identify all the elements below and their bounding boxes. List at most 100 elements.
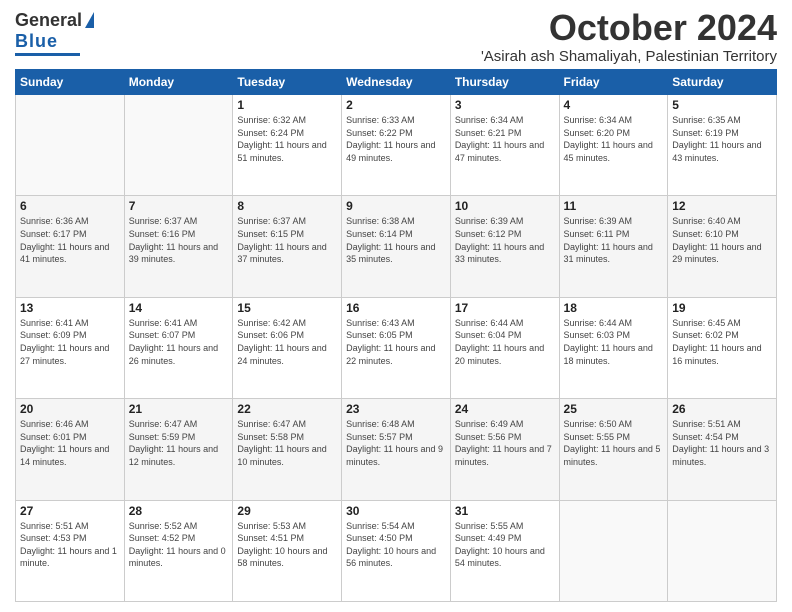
calendar-week-row: 1 Sunrise: 6:32 AMSunset: 6:24 PMDaylight… bbox=[16, 95, 777, 196]
day-detail: Sunrise: 6:43 AMSunset: 6:05 PMDaylight:… bbox=[346, 317, 446, 367]
calendar-week-row: 20Sunrise: 6:46 AMSunset: 6:01 PMDayligh… bbox=[16, 399, 777, 500]
table-cell: 4Sunrise: 6:34 AMSunset: 6:20 PMDaylight… bbox=[559, 95, 668, 196]
day-number: 3 bbox=[455, 98, 555, 112]
day-detail: Sunrise: 6:36 AMSunset: 6:17 PMDaylight:… bbox=[20, 215, 120, 265]
day-detail: Sunrise: 6:45 AMSunset: 6:02 PMDaylight:… bbox=[672, 317, 772, 367]
day-number: 13 bbox=[20, 301, 120, 315]
col-wednesday: Wednesday bbox=[342, 70, 451, 95]
header: General Blue October 2024 'Asirah ash Sh… bbox=[15, 10, 777, 65]
day-detail: Sunrise: 5:52 AMSunset: 4:52 PMDaylight:… bbox=[129, 520, 229, 570]
day-number: 24 bbox=[455, 402, 555, 416]
day-detail: Sunrise: 6:42 AMSunset: 6:06 PMDaylight:… bbox=[237, 317, 337, 367]
day-number: 7 bbox=[129, 199, 229, 213]
table-cell bbox=[668, 500, 777, 601]
table-cell: 12 Sunrise: 6:40 AMSunset: 6:10 PMDayligh… bbox=[668, 196, 777, 297]
day-detail: Sunrise: 5:54 AMSunset: 4:50 PMDaylight:… bbox=[346, 520, 446, 570]
table-cell: 20Sunrise: 6:46 AMSunset: 6:01 PMDayligh… bbox=[16, 399, 125, 500]
logo-general-text: General bbox=[15, 10, 82, 31]
day-detail: Sunrise: 6:44 AMSunset: 6:04 PMDaylight:… bbox=[455, 317, 555, 367]
day-detail: Sunrise: 6:44 AMSunset: 6:03 PMDaylight:… bbox=[564, 317, 664, 367]
day-number: 14 bbox=[129, 301, 229, 315]
logo: General Blue bbox=[15, 10, 94, 56]
calendar-table: Sunday Monday Tuesday Wednesday Thursday… bbox=[15, 69, 777, 602]
day-number: 19 bbox=[672, 301, 772, 315]
day-number: 20 bbox=[20, 402, 120, 416]
day-detail: Sunrise: 6:47 AMSunset: 5:59 PMDaylight:… bbox=[129, 418, 229, 468]
day-number: 25 bbox=[564, 402, 664, 416]
table-cell bbox=[559, 500, 668, 601]
table-cell: 16 Sunrise: 6:43 AMSunset: 6:05 PMDayligh… bbox=[342, 297, 451, 398]
table-cell: 22 Sunrise: 6:47 AMSunset: 5:58 PMDayligh… bbox=[233, 399, 342, 500]
day-number: 22 bbox=[237, 402, 337, 416]
table-cell: 9 Sunrise: 6:38 AMSunset: 6:14 PMDaylight… bbox=[342, 196, 451, 297]
day-number: 12 bbox=[672, 199, 772, 213]
day-number: 30 bbox=[346, 504, 446, 518]
day-detail: Sunrise: 6:47 AMSunset: 5:58 PMDaylight:… bbox=[237, 418, 337, 468]
month-title: October 2024 bbox=[481, 10, 777, 46]
day-detail: Sunrise: 5:53 AMSunset: 4:51 PMDaylight:… bbox=[237, 520, 337, 570]
table-cell: 7 Sunrise: 6:37 AMSunset: 6:16 PMDaylight… bbox=[124, 196, 233, 297]
table-cell: 17 Sunrise: 6:44 AMSunset: 6:04 PMDayligh… bbox=[450, 297, 559, 398]
calendar-week-row: 6 Sunrise: 6:36 AMSunset: 6:17 PMDaylight… bbox=[16, 196, 777, 297]
day-number: 1 bbox=[237, 98, 337, 112]
day-number: 10 bbox=[455, 199, 555, 213]
day-detail: Sunrise: 6:34 AMSunset: 6:21 PMDaylight:… bbox=[455, 114, 555, 164]
day-number: 26 bbox=[672, 402, 772, 416]
calendar-header-row: Sunday Monday Tuesday Wednesday Thursday… bbox=[16, 70, 777, 95]
day-detail: Sunrise: 6:39 AMSunset: 6:12 PMDaylight:… bbox=[455, 215, 555, 265]
day-number: 16 bbox=[346, 301, 446, 315]
day-detail: Sunrise: 6:35 AMSunset: 6:19 PMDaylight:… bbox=[672, 114, 772, 164]
day-number: 21 bbox=[129, 402, 229, 416]
logo-underline bbox=[15, 53, 80, 56]
day-detail: Sunrise: 6:38 AMSunset: 6:14 PMDaylight:… bbox=[346, 215, 446, 265]
table-cell bbox=[124, 95, 233, 196]
day-detail: Sunrise: 6:40 AMSunset: 6:10 PMDaylight:… bbox=[672, 215, 772, 265]
day-number: 6 bbox=[20, 199, 120, 213]
table-cell: 13 Sunrise: 6:41 AMSunset: 6:09 PMDayligh… bbox=[16, 297, 125, 398]
day-detail: Sunrise: 6:49 AMSunset: 5:56 PMDaylight:… bbox=[455, 418, 555, 468]
table-cell: 11 Sunrise: 6:39 AMSunset: 6:11 PMDayligh… bbox=[559, 196, 668, 297]
table-cell: 30 Sunrise: 5:54 AMSunset: 4:50 PMDayligh… bbox=[342, 500, 451, 601]
table-cell: 25Sunrise: 6:50 AMSunset: 5:55 PMDayligh… bbox=[559, 399, 668, 500]
col-monday: Monday bbox=[124, 70, 233, 95]
day-number: 11 bbox=[564, 199, 664, 213]
day-number: 9 bbox=[346, 199, 446, 213]
day-detail: Sunrise: 5:51 AMSunset: 4:53 PMDaylight:… bbox=[20, 520, 120, 570]
col-saturday: Saturday bbox=[668, 70, 777, 95]
day-number: 31 bbox=[455, 504, 555, 518]
day-detail: Sunrise: 6:41 AMSunset: 6:09 PMDaylight:… bbox=[20, 317, 120, 367]
day-number: 8 bbox=[237, 199, 337, 213]
col-thursday: Thursday bbox=[450, 70, 559, 95]
day-detail: Sunrise: 5:55 AMSunset: 4:49 PMDaylight:… bbox=[455, 520, 555, 570]
title-section: October 2024 'Asirah ash Shamaliyah, Pal… bbox=[481, 10, 777, 65]
table-cell: 31 Sunrise: 5:55 AMSunset: 4:49 PMDayligh… bbox=[450, 500, 559, 601]
location-title: 'Asirah ash Shamaliyah, Palestinian Terr… bbox=[481, 48, 777, 65]
day-number: 17 bbox=[455, 301, 555, 315]
col-tuesday: Tuesday bbox=[233, 70, 342, 95]
logo-triangle-icon bbox=[85, 12, 94, 28]
table-cell: 28 Sunrise: 5:52 AMSunset: 4:52 PMDayligh… bbox=[124, 500, 233, 601]
day-detail: Sunrise: 6:48 AMSunset: 5:57 PMDaylight:… bbox=[346, 418, 446, 468]
day-detail: Sunrise: 6:39 AMSunset: 6:11 PMDaylight:… bbox=[564, 215, 664, 265]
table-cell: 8 Sunrise: 6:37 AMSunset: 6:15 PMDaylight… bbox=[233, 196, 342, 297]
table-cell: 2Sunrise: 6:33 AMSunset: 6:22 PMDaylight… bbox=[342, 95, 451, 196]
day-detail: Sunrise: 6:41 AMSunset: 6:07 PMDaylight:… bbox=[129, 317, 229, 367]
table-cell: 10 Sunrise: 6:39 AMSunset: 6:12 PMDayligh… bbox=[450, 196, 559, 297]
table-cell: 14 Sunrise: 6:41 AMSunset: 6:07 PMDayligh… bbox=[124, 297, 233, 398]
day-detail: Sunrise: 6:34 AMSunset: 6:20 PMDaylight:… bbox=[564, 114, 664, 164]
day-detail: Sunrise: 6:37 AMSunset: 6:15 PMDaylight:… bbox=[237, 215, 337, 265]
table-cell: 24 Sunrise: 6:49 AMSunset: 5:56 PMDayligh… bbox=[450, 399, 559, 500]
table-cell: 5Sunrise: 6:35 AMSunset: 6:19 PMDaylight… bbox=[668, 95, 777, 196]
day-detail: Sunrise: 6:37 AMSunset: 6:16 PMDaylight:… bbox=[129, 215, 229, 265]
col-friday: Friday bbox=[559, 70, 668, 95]
table-cell: 6 Sunrise: 6:36 AMSunset: 6:17 PMDaylight… bbox=[16, 196, 125, 297]
table-cell: 29Sunrise: 5:53 AMSunset: 4:51 PMDayligh… bbox=[233, 500, 342, 601]
table-cell: 18Sunrise: 6:44 AMSunset: 6:03 PMDayligh… bbox=[559, 297, 668, 398]
day-detail: Sunrise: 6:33 AMSunset: 6:22 PMDaylight:… bbox=[346, 114, 446, 164]
day-detail: Sunrise: 6:32 AMSunset: 6:24 PMDaylight:… bbox=[237, 114, 337, 164]
day-number: 15 bbox=[237, 301, 337, 315]
table-cell: 1 Sunrise: 6:32 AMSunset: 6:24 PMDaylight… bbox=[233, 95, 342, 196]
col-sunday: Sunday bbox=[16, 70, 125, 95]
table-cell: 21 Sunrise: 6:47 AMSunset: 5:59 PMDayligh… bbox=[124, 399, 233, 500]
day-number: 28 bbox=[129, 504, 229, 518]
